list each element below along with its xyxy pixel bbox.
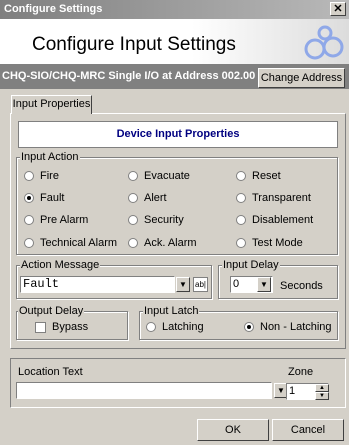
chevron-down-icon: ▼ [277, 386, 285, 395]
window-title: Configure Settings [4, 3, 103, 15]
zone-label: Zone [288, 366, 314, 378]
radio-label: Non - Latching [260, 321, 332, 333]
radio-circle-icon [24, 171, 34, 181]
zone-spin-up-button[interactable]: ▲ [315, 384, 329, 392]
radio-disablement[interactable]: Disablement [236, 214, 313, 226]
radio-circle-icon [128, 193, 138, 203]
radio-label: Technical Alarm [40, 237, 118, 249]
input-delay-legend: Input Delay [222, 259, 280, 271]
panel-title-box: Device Input Properties [18, 121, 338, 148]
radio-label: Transparent [252, 192, 311, 204]
device-address-text: CHQ-SIO/CHQ-MRC Single I/O at Address 00… [2, 70, 256, 82]
radio-circle-icon [24, 193, 34, 203]
bypass-checkbox[interactable]: Bypass [35, 321, 88, 333]
close-icon: ✕ [333, 3, 343, 15]
radio-label: Reset [252, 170, 281, 182]
radio-circle-icon [146, 322, 156, 332]
radio-circle-icon [236, 215, 246, 225]
radio-circle-icon [24, 215, 34, 225]
tab-input-properties[interactable]: Input Properties [11, 95, 92, 114]
radio-latching[interactable]: Latching [146, 321, 204, 333]
brand-logo-icon [304, 25, 344, 60]
radio-alert[interactable]: Alert [128, 192, 167, 204]
radio-circle-icon [128, 171, 138, 181]
ok-button[interactable]: OK [197, 419, 269, 441]
action-message-dropdown-button[interactable]: ▼ [176, 277, 190, 292]
zone-spin-down-button[interactable]: ▼ [315, 392, 329, 400]
radio-circle-icon [244, 322, 254, 332]
radio-non-latching[interactable]: Non - Latching [244, 321, 332, 333]
spin-down-icon: ▼ [319, 393, 325, 399]
input-latch-legend: Input Latch [143, 305, 200, 317]
action-message-combo[interactable]: Fault [20, 276, 175, 293]
radio-label: Disablement [252, 214, 314, 226]
location-text-combo[interactable] [16, 382, 272, 399]
cancel-button[interactable]: Cancel [272, 419, 344, 441]
title-bar: Configure Settings ✕ [0, 0, 349, 19]
input-delay-units: Seconds [280, 280, 323, 292]
radio-circle-icon [24, 238, 34, 248]
radio-security[interactable]: Security [128, 214, 184, 226]
radio-transparent[interactable]: Transparent [236, 192, 311, 204]
chevron-down-icon: ▼ [260, 280, 268, 289]
input-delay-dropdown-button[interactable]: ▼ [257, 277, 271, 292]
action-message-legend: Action Message [20, 259, 101, 271]
close-button[interactable]: ✕ [330, 2, 346, 16]
radio-evacuate[interactable]: Evacuate [128, 170, 190, 182]
edit-message-button[interactable]: ab| [193, 277, 208, 292]
radio-label: Ack. Alarm [144, 237, 197, 249]
text-edit-icon: ab| [195, 280, 206, 289]
radio-fault[interactable]: Fault [24, 192, 64, 204]
radio-label: Fault [40, 192, 65, 204]
radio-technical-alarm[interactable]: Technical Alarm [24, 237, 117, 249]
input-action-legend: Input Action [20, 151, 80, 163]
radio-label: Evacuate [144, 170, 190, 182]
checkbox-box-icon [35, 321, 46, 333]
radio-ack-alarm[interactable]: Ack. Alarm [128, 237, 197, 249]
output-delay-legend: Output Delay [18, 305, 85, 317]
radio-reset[interactable]: Reset [236, 170, 281, 182]
checkbox-label: Bypass [52, 321, 89, 333]
radio-label: Latching [162, 321, 204, 333]
radio-circle-icon [128, 215, 138, 225]
chevron-down-icon: ▼ [179, 280, 187, 289]
radio-test-mode[interactable]: Test Mode [236, 237, 303, 249]
location-text-label: Location Text [18, 366, 83, 378]
spin-up-icon: ▲ [319, 385, 325, 391]
radio-label: Security [144, 214, 184, 226]
radio-label: Fire [40, 170, 59, 182]
radio-circle-icon [236, 238, 246, 248]
radio-label: Test Mode [252, 237, 303, 249]
radio-fire[interactable]: Fire [24, 170, 59, 182]
radio-circle-icon [236, 193, 246, 203]
radio-label: Pre Alarm [40, 214, 89, 226]
dialog-header: Configure Input Settings [0, 19, 349, 64]
radio-circle-icon [128, 238, 138, 248]
radio-pre-alarm[interactable]: Pre Alarm [24, 214, 88, 226]
header-title: Configure Input Settings [32, 34, 236, 55]
change-address-button[interactable]: Change Address [258, 68, 345, 88]
radio-label: Alert [144, 192, 167, 204]
radio-circle-icon [236, 171, 246, 181]
panel-title: Device Input Properties [116, 128, 240, 140]
